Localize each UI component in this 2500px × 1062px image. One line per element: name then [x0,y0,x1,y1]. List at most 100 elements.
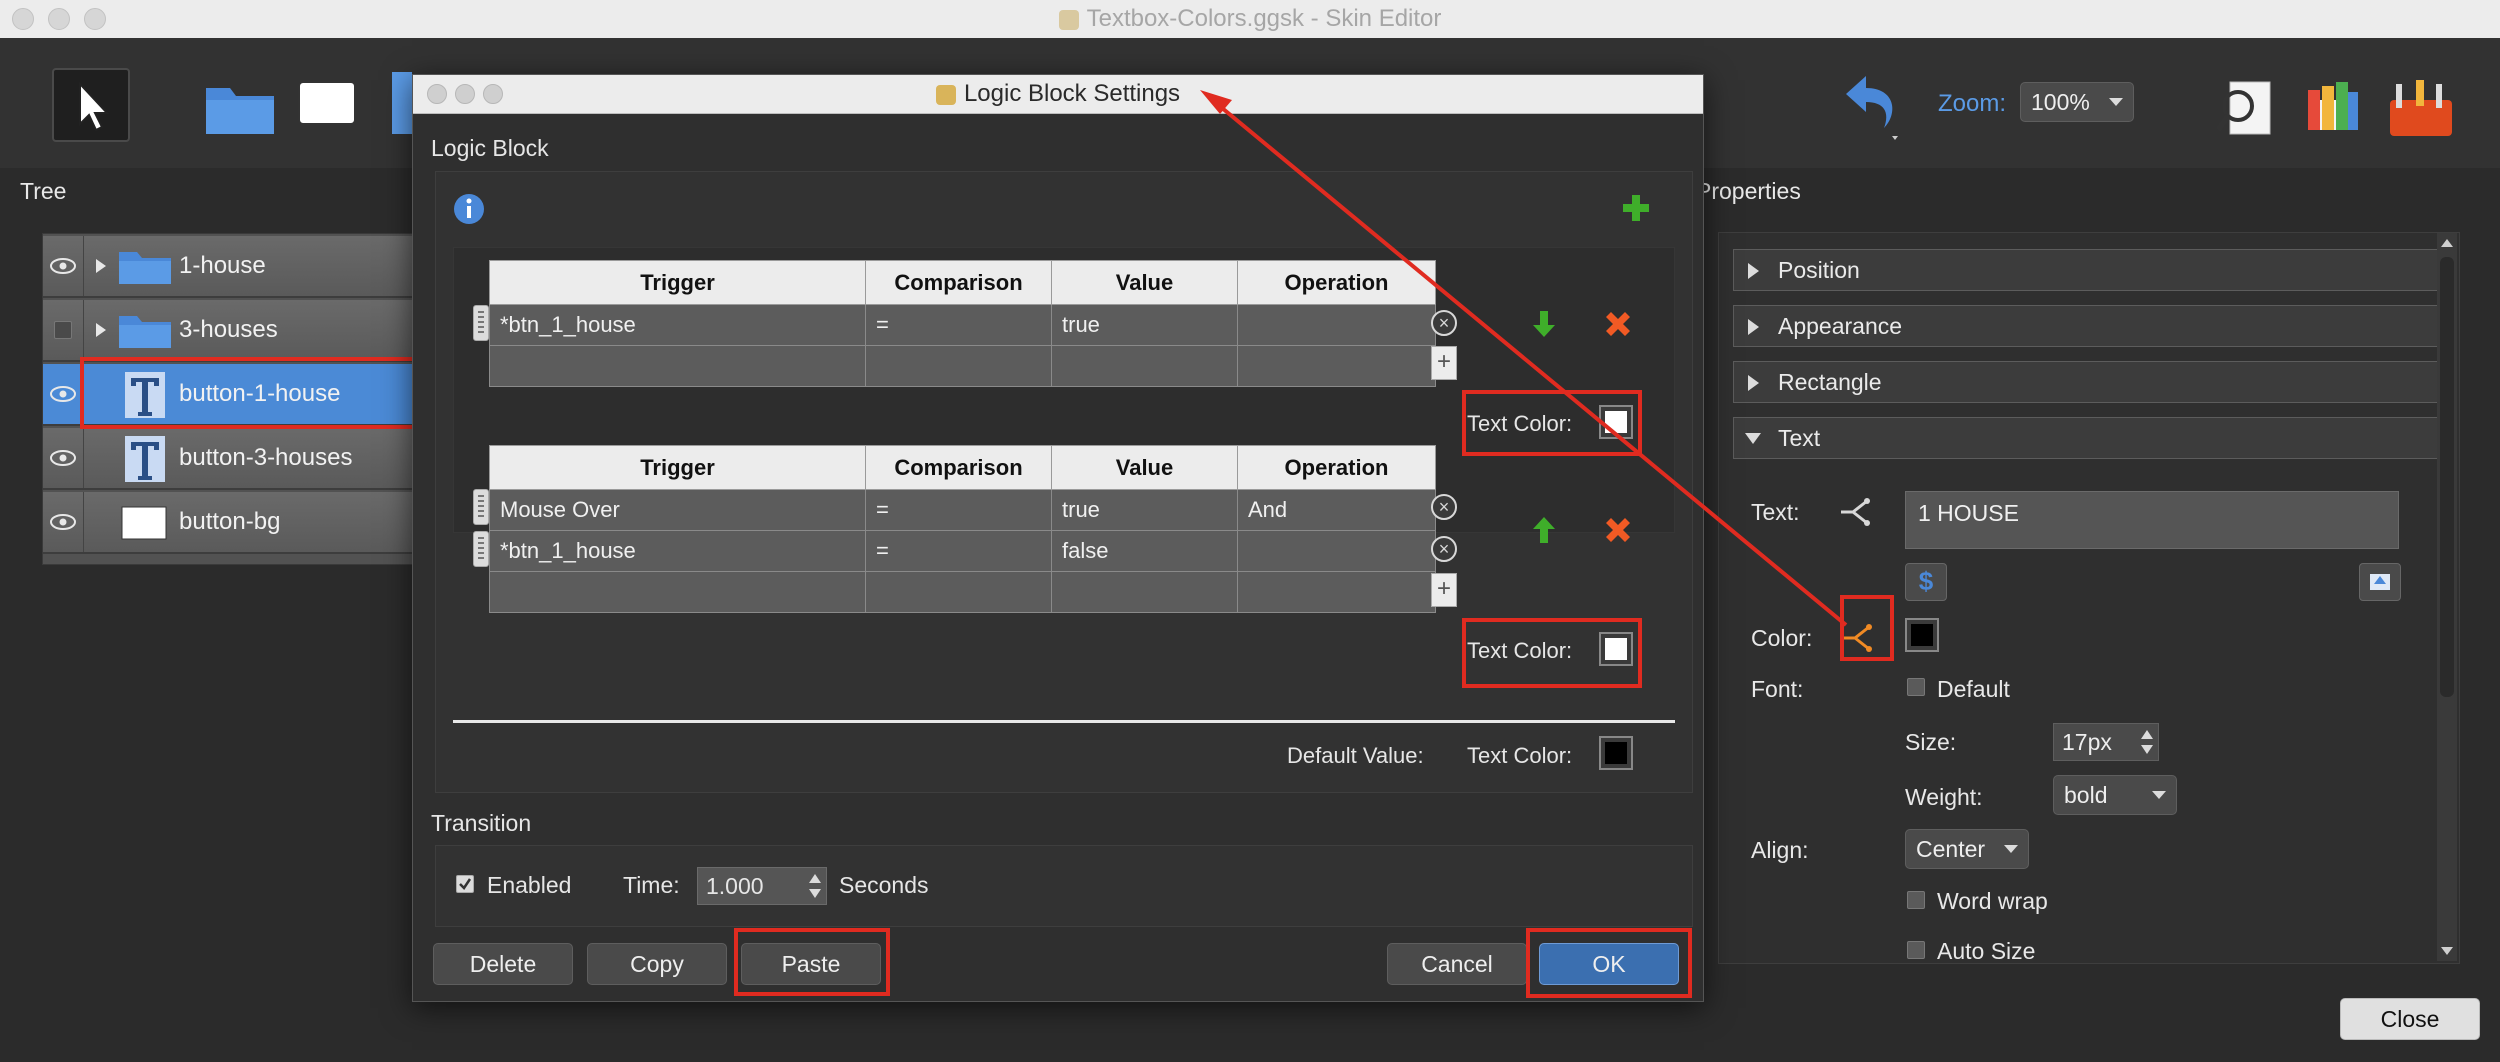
drag-handle[interactable] [473,531,489,567]
cell-comparison[interactable]: = [865,304,1052,346]
section-label: Text [1778,425,1821,451]
drag-handle[interactable] [473,489,489,525]
undo-button[interactable] [1836,66,1906,146]
visibility-toggle[interactable] [43,236,84,296]
condition-table-2: Trigger Comparison Value Operation Mouse… [489,445,1436,613]
tree-item-1-house[interactable]: 1-house [43,236,415,298]
font-default-checkbox[interactable] [1907,678,1925,696]
text-field-label: Text: [1751,499,1800,525]
scroll-thumb[interactable] [2440,257,2454,697]
zoom-select[interactable]: 100% [2020,82,2134,122]
tree-item-button-3-houses[interactable]: button-3-houses [43,428,415,490]
table-row[interactable]: *btn_1_house = false [489,530,1436,572]
stepper-icon[interactable] [2138,726,2156,758]
logic-block-icon[interactable] [1839,497,1871,527]
text-icon [125,436,165,482]
highlight-box-result-2 [1462,618,1642,688]
remove-row-icon[interactable]: × [1431,494,1457,520]
delete-condition-icon[interactable] [1603,515,1633,545]
cell-trigger[interactable]: Mouse Over [489,489,866,531]
tools-button[interactable] [2386,76,2456,142]
expand-arrow-icon[interactable] [95,258,107,274]
expand-arrow-icon[interactable] [95,322,107,338]
cell-value[interactable]: false [1051,530,1238,572]
table-row[interactable]: Mouse Over = true And [489,489,1436,531]
align-select[interactable]: Center [1905,829,2029,869]
table-row-empty[interactable] [489,345,1436,387]
scroll-down-icon[interactable] [2437,941,2457,961]
text-value-field[interactable]: 1 HOUSE [1905,491,2399,549]
cancel-button[interactable]: Cancel [1387,943,1527,985]
tree-item-3-houses[interactable]: 3-houses [43,300,415,362]
properties-scrollbar[interactable] [2437,233,2457,961]
color-swatches-icon [2308,82,2358,130]
visibility-toggle[interactable] [43,364,84,424]
delete-button[interactable]: Delete [433,943,573,985]
time-input[interactable]: 1.000 [697,867,827,905]
tree-item-label: button-bg [179,508,281,535]
cell-value[interactable]: true [1051,489,1238,531]
info-icon[interactable] [453,193,485,225]
close-button[interactable]: Close [2340,998,2480,1040]
select-tool-button[interactable] [52,68,130,142]
column-header-comparison: Comparison [865,260,1052,305]
cell-trigger[interactable]: *btn_1_house [489,304,866,346]
section-position[interactable]: Position [1733,249,2443,291]
move-up-icon[interactable] [1531,515,1557,545]
remove-row-icon[interactable]: × [1431,536,1457,562]
visibility-checkbox[interactable] [54,321,72,339]
default-color-swatch[interactable] [1599,736,1633,770]
delete-condition-icon[interactable] [1603,309,1633,339]
color-palette-button[interactable] [2300,76,2366,142]
scroll-up-icon[interactable] [2437,233,2457,253]
section-rectangle[interactable]: Rectangle [1733,361,2443,403]
add-row-button[interactable]: + [1431,573,1457,607]
cell-operation[interactable]: And [1237,489,1436,531]
default-value-label: Default Value: [1287,743,1424,768]
variable-button[interactable]: $ [1905,563,1947,601]
cell-comparison[interactable]: = [865,489,1052,531]
auto-size-checkbox[interactable] [1907,941,1925,959]
rectangle-icon [121,506,167,540]
column-header-operation: Operation [1237,445,1436,490]
section-text[interactable]: Text [1733,417,2443,459]
visibility-toggle[interactable] [43,428,84,488]
section-appearance[interactable]: Appearance [1733,305,2443,347]
preview-button[interactable] [2212,76,2278,142]
cell-comparison[interactable]: = [865,530,1052,572]
table-row-empty[interactable] [489,571,1436,613]
cell-operation[interactable] [1237,304,1436,346]
divider [453,720,1675,723]
visibility-toggle[interactable] [43,300,84,360]
add-condition-icon[interactable] [1621,193,1651,223]
rectangle-tool-button[interactable] [296,78,358,130]
weight-select[interactable]: bold [2053,775,2177,815]
tree-item-label: button-3-houses [179,444,353,471]
font-field-label: Font: [1751,676,1804,702]
table-row[interactable]: *btn_1_house = true [489,304,1436,346]
folder-tool-button[interactable] [204,78,276,136]
color-swatch[interactable] [1905,618,1939,652]
word-wrap-checkbox[interactable] [1907,891,1925,909]
add-row-button[interactable]: + [1431,346,1457,380]
cell-operation[interactable] [1237,530,1436,572]
stepper-icon[interactable] [806,870,824,902]
default-text-color-label: Text Color: [1467,743,1573,768]
text-import-button[interactable] [2359,563,2401,601]
cell-trigger[interactable]: *btn_1_house [489,530,866,572]
size-input[interactable]: 17px [2053,723,2159,761]
align-label: Align: [1751,837,1809,863]
move-down-icon[interactable] [1531,309,1557,339]
toolbox-icon [2390,80,2452,136]
copy-button[interactable]: Copy [587,943,727,985]
tree-item-button-bg[interactable]: button-bg [43,492,415,554]
column-header-value: Value [1051,445,1238,490]
drag-handle[interactable] [473,305,489,341]
transition-enabled-checkbox[interactable] [456,875,474,893]
cell-value[interactable]: true [1051,304,1238,346]
text-tool-button[interactable] [392,72,412,134]
word-wrap-label: Word wrap [1937,888,2048,914]
eye-icon [50,514,76,530]
visibility-toggle[interactable] [43,492,84,552]
remove-row-icon[interactable]: × [1431,310,1457,336]
